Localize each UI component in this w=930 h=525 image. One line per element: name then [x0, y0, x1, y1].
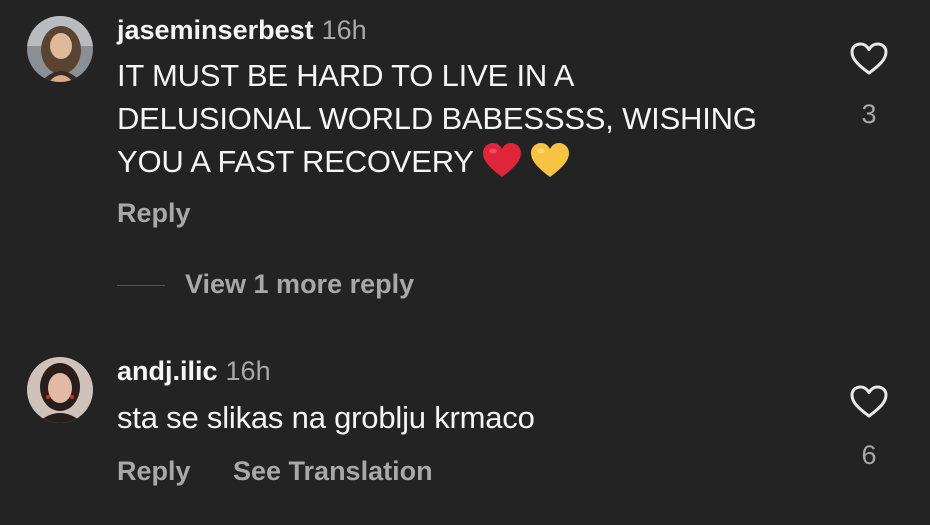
comment-text-line: IT MUST BE HARD TO LIVE IN A: [117, 58, 575, 93]
avatar-andj-ilic[interactable]: [27, 357, 93, 423]
comment-header: jaseminserbest 16h: [117, 14, 367, 46]
avatar-image: [27, 357, 93, 423]
timestamp: 16h: [225, 356, 271, 386]
comment-text-line: YOU A FAST RECOVERY: [117, 144, 474, 179]
comment-text: IT MUST BE HARD TO LIVE IN A DELUSIONAL …: [117, 54, 757, 190]
like-heart-icon[interactable]: [849, 41, 889, 77]
avatar-image: [27, 16, 93, 82]
like-heart-icon[interactable]: [849, 384, 889, 420]
view-more-replies-button[interactable]: View 1 more reply: [185, 268, 414, 300]
username[interactable]: jaseminserbest: [117, 15, 314, 45]
reply-button[interactable]: Reply: [117, 197, 191, 229]
view-replies-divider: [117, 285, 165, 286]
timestamp: 16h: [321, 15, 367, 45]
reply-button[interactable]: Reply: [117, 455, 191, 487]
comment-text-line: DELUSIONAL WORLD BABESSSS, WISHING: [117, 101, 757, 136]
username[interactable]: andj.ilic: [117, 356, 218, 386]
yellow-heart-emoji-icon: [530, 143, 570, 190]
comment-text: sta se slikas na groblju krmaco: [117, 396, 535, 439]
comment-text-line: sta se slikas na groblju krmaco: [117, 400, 535, 435]
comments-section: jaseminserbest 16h IT MUST BE HARD TO LIV…: [0, 0, 930, 525]
see-translation-button[interactable]: See Translation: [233, 455, 433, 487]
comment-header: andj.ilic 16h: [117, 355, 271, 387]
like-count: 6: [861, 440, 877, 470]
avatar-jaseminserbest[interactable]: [27, 16, 93, 82]
red-heart-emoji-icon: [482, 143, 522, 190]
like-count: 3: [861, 99, 877, 129]
